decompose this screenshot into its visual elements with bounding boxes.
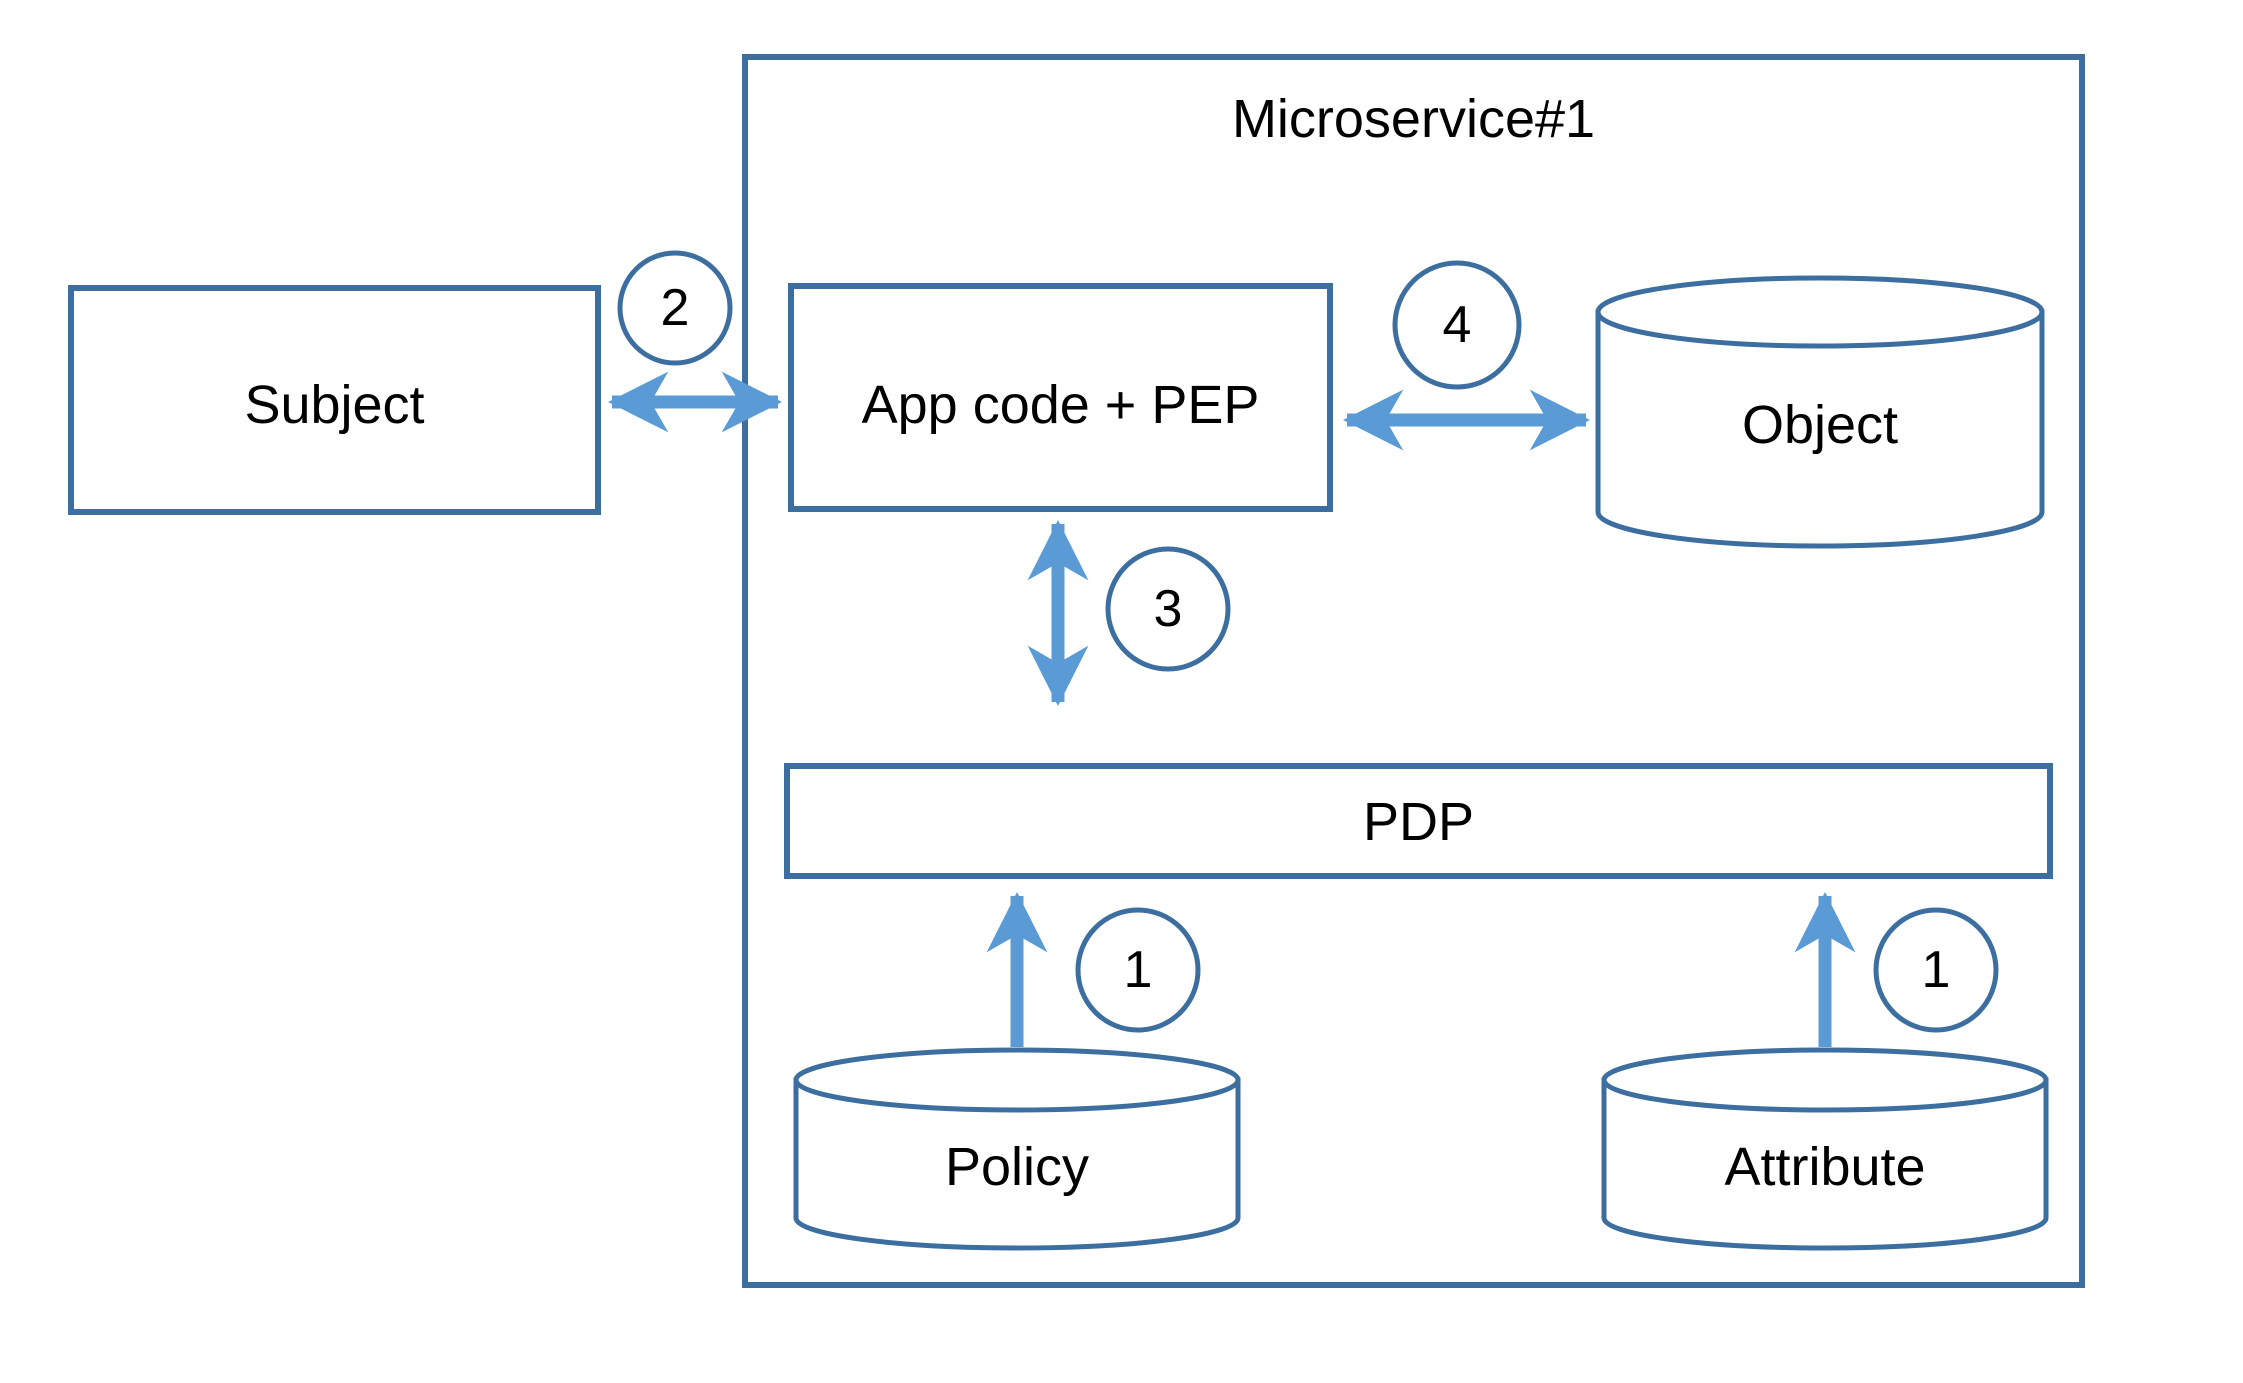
pdp-label: PDP xyxy=(1362,792,1475,852)
app-code-pep-label: App code + PEP xyxy=(861,375,1260,435)
step-badge-3-label: 3 xyxy=(1153,580,1183,638)
microservice-title: Microservice#1 xyxy=(1231,89,1596,149)
step-badge-1-policy-label: 1 xyxy=(1123,941,1153,999)
diagram-canvas: Microservice#1 Subject App code + PEP Ob… xyxy=(0,0,2243,1383)
step-badge-2-label: 2 xyxy=(660,279,690,337)
step-badge-1-attribute-label: 1 xyxy=(1921,941,1951,999)
subject-label: Subject xyxy=(244,375,425,435)
step-badge-4-label: 4 xyxy=(1442,296,1472,354)
object-label: Object xyxy=(1741,395,1899,455)
policy-label: Policy xyxy=(944,1137,1090,1197)
attribute-label: Attribute xyxy=(1724,1137,1926,1197)
